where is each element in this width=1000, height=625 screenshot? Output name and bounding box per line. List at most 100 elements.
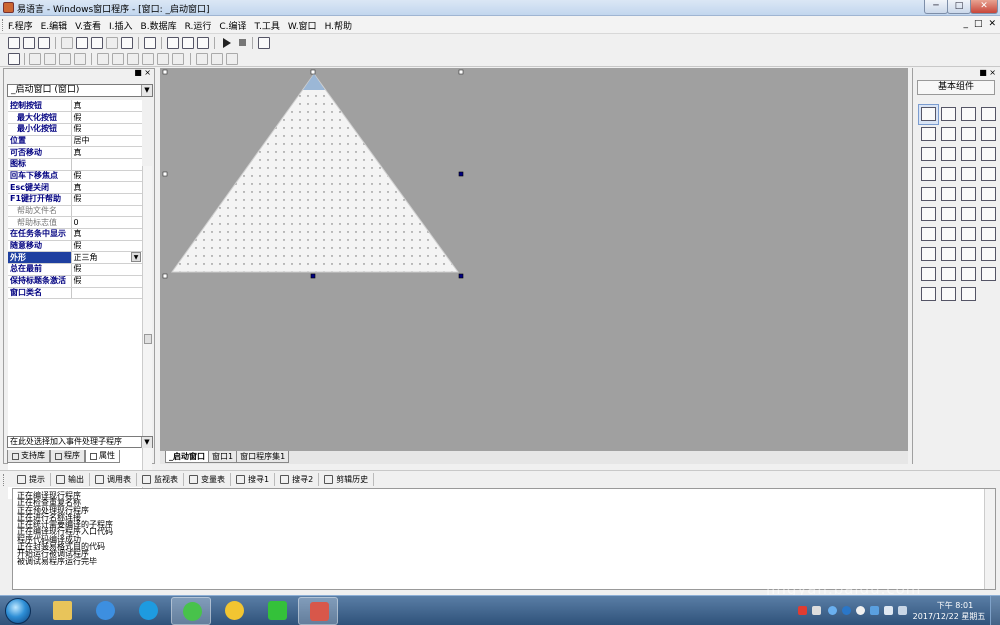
resize-handle[interactable] <box>162 69 168 75</box>
resize-handle[interactable] <box>458 171 464 177</box>
serial-icon[interactable] <box>958 243 978 263</box>
copy-icon[interactable] <box>76 37 88 49</box>
property-value[interactable]: 0 <box>71 216 142 230</box>
property-row[interactable]: 控制按钮真 <box>8 100 142 113</box>
minimize-button[interactable]: ─ <box>924 0 948 14</box>
center-horizontal-icon[interactable] <box>172 53 184 65</box>
taskbar-eyuyan[interactable] <box>298 597 338 625</box>
taskbar-ie2[interactable] <box>128 597 168 625</box>
taskbar-iqiyi[interactable] <box>257 597 297 625</box>
property-value[interactable] <box>71 205 142 218</box>
align-right-icon[interactable] <box>59 53 71 65</box>
menu-insert[interactable]: I.插入 <box>109 19 133 32</box>
progress-icon[interactable] <box>978 163 998 183</box>
save-icon[interactable] <box>38 37 50 49</box>
space-vertical-icon[interactable] <box>157 53 169 65</box>
open-icon[interactable] <box>23 37 35 49</box>
pointer-icon[interactable] <box>918 103 939 125</box>
tab-icon[interactable] <box>938 183 958 203</box>
tree-icon[interactable] <box>958 203 978 223</box>
output-scrollbar[interactable] <box>984 489 995 589</box>
paste-icon[interactable] <box>91 37 103 49</box>
debug-icon[interactable] <box>258 37 270 49</box>
align-top-icon[interactable] <box>74 53 86 65</box>
frame-icon[interactable] <box>938 123 958 143</box>
chevron-down-icon[interactable]: ▼ <box>141 437 152 448</box>
menu-database[interactable]: B.数据库 <box>141 19 177 32</box>
tab-program[interactable]: 程序 <box>50 450 85 463</box>
bring-front-icon[interactable] <box>196 53 208 65</box>
menu-run[interactable]: R.运行 <box>185 19 212 32</box>
close-button[interactable]: ✕ <box>970 0 998 14</box>
property-value[interactable] <box>71 287 142 300</box>
edit-icon[interactable] <box>918 123 938 143</box>
taskbar-music[interactable] <box>214 597 254 625</box>
property-value[interactable]: 居中 <box>71 135 142 148</box>
maximize-button[interactable]: □ <box>947 0 971 14</box>
menu-compile[interactable]: C.编译 <box>219 19 246 32</box>
menu-window[interactable]: W.窗口 <box>288 19 317 32</box>
same-size-icon[interactable] <box>127 53 139 65</box>
property-value[interactable]: 真 <box>71 181 142 194</box>
property-value[interactable]: 假 <box>71 193 142 206</box>
tab-search1[interactable]: 搜寻1 <box>231 473 276 486</box>
clock-time[interactable]: 下午 8:01 <box>930 600 980 611</box>
output-pane[interactable]: 正在编译现行程序 正在检查重复名称 正在预处理现行程序 正在进行名称连接 正在统… <box>12 488 996 590</box>
chart-icon[interactable] <box>938 263 958 283</box>
hscroll-icon[interactable] <box>938 163 958 183</box>
odbc-conn-icon[interactable] <box>958 283 978 303</box>
property-row[interactable]: 窗口类名 <box>8 287 142 300</box>
menu-view[interactable]: V.查看 <box>75 19 101 32</box>
cut-icon[interactable] <box>61 37 73 49</box>
property-value[interactable]: 真 <box>71 100 142 113</box>
property-value[interactable]: 假 <box>71 170 142 183</box>
menu-edit[interactable]: E.编辑 <box>41 19 68 32</box>
radio-icon[interactable] <box>938 143 958 163</box>
property-row[interactable]: Esc键关闭真 <box>8 181 142 194</box>
undo-icon[interactable] <box>121 37 133 49</box>
tab-window1[interactable]: 窗口1 <box>208 451 238 463</box>
display-icon[interactable] <box>884 606 893 615</box>
menu-program[interactable]: F.程序 <box>8 19 33 32</box>
run-icon[interactable] <box>223 38 231 48</box>
layout-right-icon[interactable] <box>197 37 209 49</box>
menu-tools[interactable]: T.工具 <box>255 19 280 32</box>
tab-properties[interactable]: 属性 <box>85 450 120 463</box>
property-row[interactable]: 帮助标志值 0 <box>8 216 142 230</box>
db-icon[interactable] <box>978 183 998 203</box>
calendar-icon[interactable] <box>938 203 958 223</box>
find-icon[interactable] <box>144 37 156 49</box>
space-horizontal-icon[interactable] <box>142 53 154 65</box>
start-button[interactable] <box>5 598 31 624</box>
resize-handle[interactable] <box>458 273 464 279</box>
odbc-icon[interactable] <box>978 263 998 283</box>
tab-startup-window[interactable]: _启动窗口 <box>165 451 209 463</box>
network-icon[interactable] <box>828 606 837 615</box>
tab-call-stack[interactable]: 调用表 <box>90 473 137 486</box>
triangle-form[interactable] <box>171 73 459 273</box>
menu-help[interactable]: H.帮助 <box>325 19 352 32</box>
ime-icon[interactable] <box>798 606 807 615</box>
lock-icon[interactable] <box>226 53 238 65</box>
tab-clip-history[interactable]: 剪辑历史 <box>319 473 375 486</box>
property-value[interactable]: 正三角 ▼ <box>71 251 142 265</box>
button-icon[interactable] <box>958 143 978 163</box>
align-center-icon[interactable] <box>44 53 56 65</box>
layout-bottom-icon[interactable] <box>182 37 194 49</box>
panel-pin-close[interactable]: ■ × <box>134 68 151 77</box>
redo-icon[interactable] <box>106 37 118 49</box>
property-row[interactable]: 位置 居中 <box>8 135 142 148</box>
mdi-restore-button[interactable]: □ <box>974 19 983 29</box>
provider-icon[interactable] <box>938 283 958 303</box>
same-width-icon[interactable] <box>97 53 109 65</box>
scrollbar-thumb[interactable] <box>144 334 152 344</box>
animation-icon[interactable] <box>918 243 938 263</box>
chevron-down-icon[interactable]: ▼ <box>131 252 141 263</box>
property-row[interactable]: 可否移动真 <box>8 146 142 159</box>
event-selector[interactable]: 在此处选择加入事件处理子程序 ▼ <box>7 436 153 448</box>
line-icon[interactable] <box>978 123 998 143</box>
resize-handle[interactable] <box>162 273 168 279</box>
grid-icon[interactable] <box>918 203 938 223</box>
property-row[interactable]: 帮助文件名 <box>8 205 142 218</box>
tab-search2[interactable]: 搜寻2 <box>275 473 320 486</box>
